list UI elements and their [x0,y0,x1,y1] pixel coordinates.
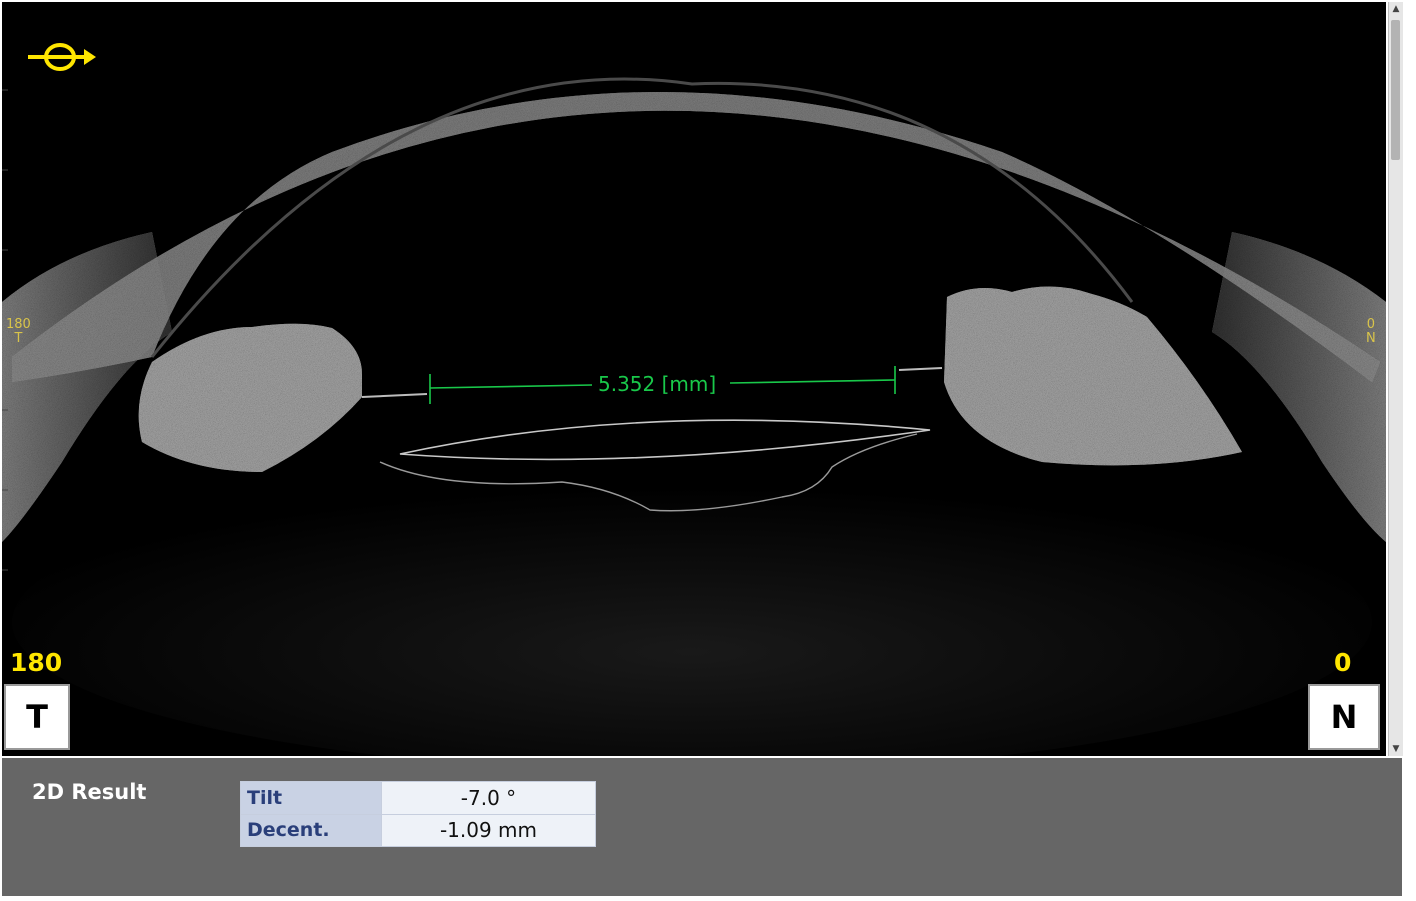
left-angle-label: 180 [10,648,63,677]
measurement-label: 5.352 [mm] [598,372,717,396]
window-edge [1403,0,1416,901]
iris-plane-right [898,367,943,371]
table-row: Decent. -1.09 mm [240,813,596,847]
scroll-up-icon[interactable]: ▲ [1389,2,1403,16]
posterior-haze [12,472,1372,756]
result-table: Tilt -7.0 ° Decent. -1.09 mm [240,781,596,847]
scroll-thumb[interactable] [1391,20,1400,160]
right-angle-label: 0 [1334,648,1352,677]
temporal-side-button[interactable]: T [4,684,70,750]
iris-plane-left [361,393,428,398]
decentration-value: -1.09 mm [381,813,596,847]
right-small-marker: 0 N [1366,317,1376,346]
tilt-label: Tilt [240,781,382,815]
nasal-side-button[interactable]: N [1308,684,1380,750]
left-small-marker: 180 T [6,317,31,346]
viewer-scrollbar[interactable]: ▲ ▼ [1388,2,1403,756]
decentration-label: Decent. [240,813,382,847]
iris-left [138,323,362,472]
scroll-down-icon[interactable]: ▼ [1389,742,1403,756]
result-title: 2D Result [32,780,147,804]
eye-direction-icon [28,43,96,71]
lens-outline [399,419,931,461]
table-row: Tilt -7.0 ° [240,781,596,815]
tilt-value: -7.0 ° [381,781,596,815]
result-panel: 2D Result Tilt -7.0 ° Decent. -1.09 mm [2,758,1402,896]
measurement-line-right [729,379,896,384]
iris-right [944,286,1242,466]
oct-scan-viewer[interactable]: 5.352 [mm] 180 T 0 N 180 0 T N [2,2,1386,756]
measurement-line-left [429,384,593,389]
